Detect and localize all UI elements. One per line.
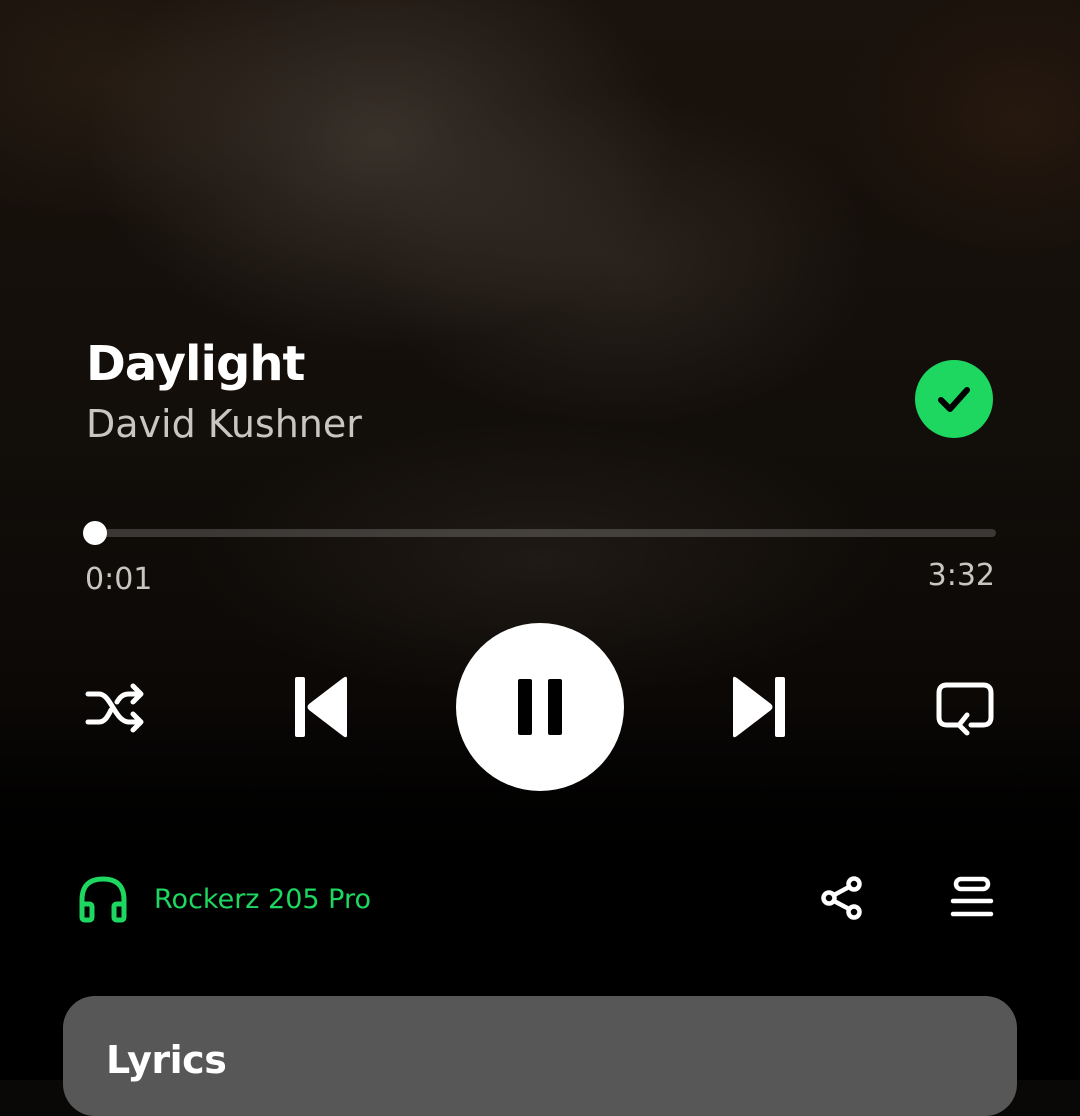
repeat-icon: [936, 682, 994, 736]
skip-next-icon: [733, 676, 785, 738]
previous-button[interactable]: [285, 672, 355, 742]
lyrics-title: Lyrics: [106, 1038, 227, 1082]
progress-handle[interactable]: [82, 521, 107, 545]
share-button[interactable]: [818, 874, 866, 922]
liked-button[interactable]: [915, 360, 993, 438]
progress-bar[interactable]: [82, 521, 996, 545]
shuffle-icon: [85, 683, 144, 733]
pause-button[interactable]: [456, 623, 624, 791]
connected-device[interactable]: Rockerz 205 Pro: [76, 874, 371, 924]
checkmark-icon: [938, 387, 970, 412]
pause-icon: [518, 679, 562, 735]
device-name: Rockerz 205 Pro: [154, 883, 372, 915]
shuffle-button[interactable]: [80, 676, 152, 740]
skip-previous-icon: [295, 676, 347, 738]
queue-button[interactable]: [948, 874, 996, 922]
repeat-button[interactable]: [930, 674, 1000, 740]
next-button[interactable]: [725, 672, 795, 742]
headphones-icon: [79, 876, 127, 923]
current-time: 0:01: [85, 562, 153, 597]
total-time: 3:32: [927, 558, 995, 593]
share-icon: [821, 876, 862, 920]
lyrics-card[interactable]: Lyrics: [63, 996, 1017, 1116]
track-title[interactable]: Daylight: [86, 336, 305, 392]
track-artist[interactable]: David Kushner: [86, 402, 362, 446]
queue-icon: [950, 876, 994, 917]
